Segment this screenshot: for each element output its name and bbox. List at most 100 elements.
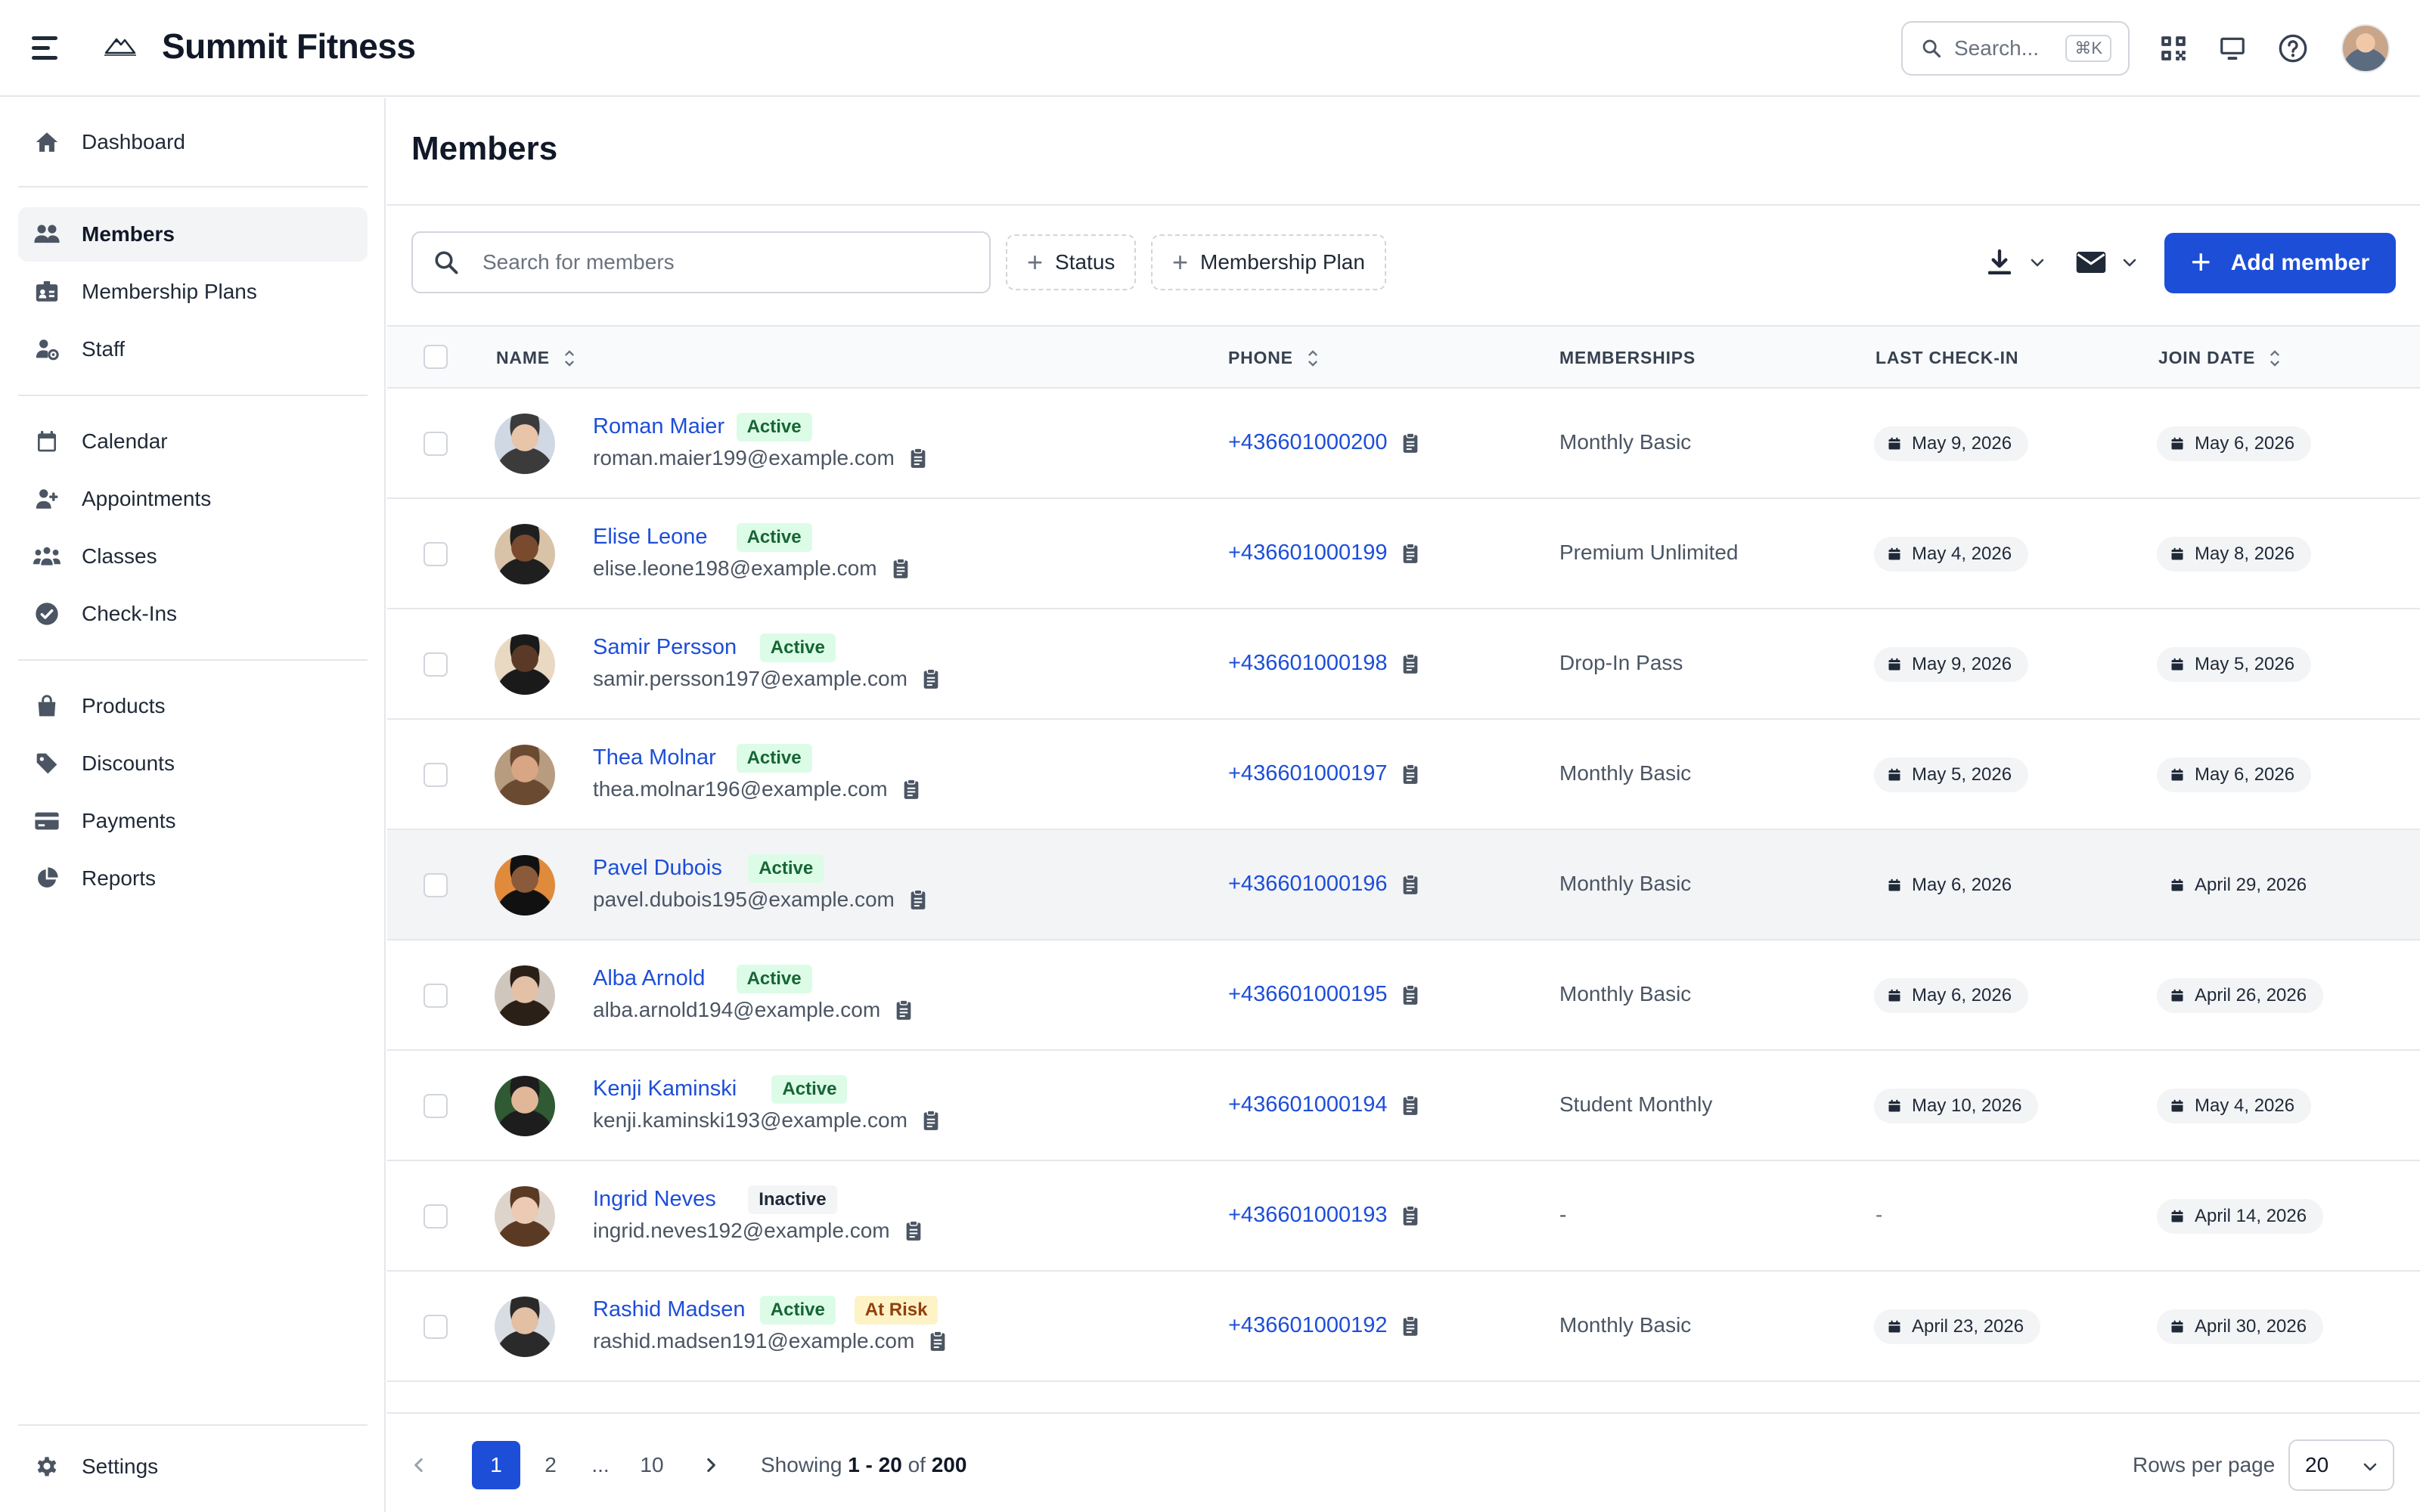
table-row[interactable]: Alba Arnold Active alba.arnold194@example.… [387,940,2420,1051]
sidebar-item-appointments[interactable]: Appointments [18,472,368,526]
next-page-button[interactable] [687,1441,735,1489]
last-checkin-date: May 5, 2026 [1874,758,2029,792]
member-phone-link[interactable]: +436601000194 [1228,1092,1419,1117]
clipboard-icon[interactable] [1402,542,1419,564]
table-row[interactable]: Kenji Kaminski Active kenji.kaminski193@ex… [387,1051,2420,1161]
clipboard-icon[interactable] [1402,1315,1419,1337]
member-phone-link[interactable]: +436601000195 [1228,982,1419,1007]
clipboard-icon[interactable] [895,999,912,1021]
add-member-button[interactable]: + Add member [2164,233,2396,293]
sidebar-item-members[interactable]: Members [18,207,368,262]
row-checkbox[interactable] [424,984,448,1008]
member-phone-link[interactable]: +436601000193 [1228,1203,1419,1228]
sidebar-item-check-ins[interactable]: Check-Ins [18,587,368,641]
sidebar-item-dashboard[interactable]: Dashboard [18,115,368,169]
member-name-link[interactable]: Pavel Dubois [593,856,722,881]
sidebar-item-membership-plans[interactable]: Membership Plans [18,265,368,319]
row-checkbox[interactable] [424,763,448,787]
member-phone-link[interactable]: +436601000196 [1228,872,1419,897]
clipboard-icon[interactable] [1402,873,1419,895]
clipboard-icon[interactable] [1402,1204,1419,1226]
qr-code-icon[interactable] [2155,30,2192,67]
column-join-date[interactable]: JOIN DATE [2158,348,2281,368]
member-phone-link[interactable]: +436601000197 [1228,761,1419,786]
member-name-link[interactable]: Thea Molnar [593,745,716,770]
member-email-text: thea.molnar196@example.com [593,777,888,801]
row-checkbox[interactable] [424,1315,448,1339]
table-row[interactable]: Pavel Dubois Active pavel.dubois195@exampl… [387,830,2420,940]
member-phone-link[interactable]: +436601000200 [1228,430,1419,455]
row-checkbox[interactable] [424,873,448,897]
shopping-bag-icon [32,691,62,721]
clipboard-icon[interactable] [929,1331,946,1352]
member-phone-link[interactable]: +436601000192 [1228,1313,1419,1338]
clipboard-icon[interactable] [892,558,909,579]
member-name-link[interactable]: Alba Arnold [593,966,705,991]
help-icon[interactable] [2275,30,2311,67]
page-title: Members [411,130,558,167]
sidebar-item-products[interactable]: Products [18,679,368,733]
menu-icon[interactable] [32,35,62,62]
clipboard-icon[interactable] [903,779,920,800]
table-row[interactable]: Ingrid Neves Inactive ingrid.neves192@exam… [387,1161,2420,1272]
member-email: alba.arnold194@example.com [593,998,912,1022]
row-checkbox[interactable] [424,1204,448,1228]
page-button-2[interactable]: 2 [526,1441,575,1489]
member-name-link[interactable]: Ingrid Neves [593,1187,716,1212]
select-all-checkbox[interactable] [424,345,448,369]
sidebar-item-discounts[interactable]: Discounts [18,736,368,791]
sidebar-item-label: Payments [82,809,176,832]
status-badge: Inactive [748,1185,837,1214]
table-row[interactable]: Thea Molnar Active thea.molnar196@example.… [387,720,2420,830]
member-name-link[interactable]: Samir Persson [593,635,737,660]
clipboard-icon[interactable] [1402,984,1419,1005]
table-row[interactable]: Samir Persson Active samir.persson197@exam… [387,609,2420,720]
table-row[interactable]: Elise Leone Active elise.leone198@example.… [387,499,2420,609]
user-avatar[interactable] [2341,24,2390,73]
clipboard-icon[interactable] [1402,763,1419,785]
clipboard-icon[interactable] [910,448,926,469]
page-button-1[interactable]: 1 [472,1441,520,1489]
clipboard-icon[interactable] [923,668,939,689]
sidebar-item-payments[interactable]: Payments [18,794,368,848]
sidebar-item-classes[interactable]: Classes [18,529,368,584]
column-phone[interactable]: PHONE [1228,348,1319,368]
column-name[interactable]: NAME [496,348,576,368]
export-dropdown-button[interactable] [1984,237,2046,287]
member-phone-link[interactable]: +436601000199 [1228,541,1419,565]
member-search-input[interactable]: Search for members [411,231,991,293]
table-row[interactable]: Rashid Madsen Active At Risk rashid.madsen1… [387,1272,2420,1382]
sidebar-item-reports[interactable]: Reports [18,851,368,906]
row-checkbox[interactable] [424,542,448,566]
member-name-link[interactable]: Elise Leone [593,525,708,550]
member-name-link[interactable]: Rashid Madsen [593,1297,746,1322]
last-checkin-text: May 9, 2026 [1912,654,2012,674]
member-name-link[interactable]: Kenji Kaminski [593,1077,737,1101]
page-button-10[interactable]: 10 [628,1441,676,1489]
sidebar-item-settings[interactable]: Settings [18,1439,368,1494]
clipboard-icon[interactable] [1402,432,1419,454]
clipboard-icon[interactable] [1402,652,1419,674]
member-phone-link[interactable]: +436601000198 [1228,651,1419,676]
status-filter-button[interactable]: + Status [1006,234,1137,290]
monitor-icon[interactable] [2214,30,2251,67]
row-checkbox[interactable] [424,652,448,677]
clipboard-icon[interactable] [1402,1094,1419,1116]
sidebar-item-label: Appointments [82,487,212,510]
row-checkbox[interactable] [424,432,448,456]
prev-page-button[interactable] [395,1441,443,1489]
table-row[interactable]: Roman Maier Active roman.maier199@example.… [387,389,2420,499]
plan-filter-button[interactable]: + Membership Plan [1151,234,1386,290]
member-name-link[interactable]: Roman Maier [593,414,724,439]
rows-per-page-select[interactable]: 20 [2288,1439,2394,1491]
last-checkin-date: May 6, 2026 [1874,868,2029,903]
sidebar-item-calendar[interactable]: Calendar [18,414,368,469]
email-dropdown-button[interactable] [2075,237,2139,287]
row-checkbox[interactable] [424,1094,448,1118]
global-search[interactable]: Search... ⌘K [1901,21,2130,76]
sidebar-item-label: Staff [82,337,126,361]
sidebar-item-staff[interactable]: Staff [18,322,368,376]
clipboard-icon[interactable] [910,889,926,910]
clipboard-icon[interactable] [923,1110,939,1131]
clipboard-icon[interactable] [905,1220,922,1241]
